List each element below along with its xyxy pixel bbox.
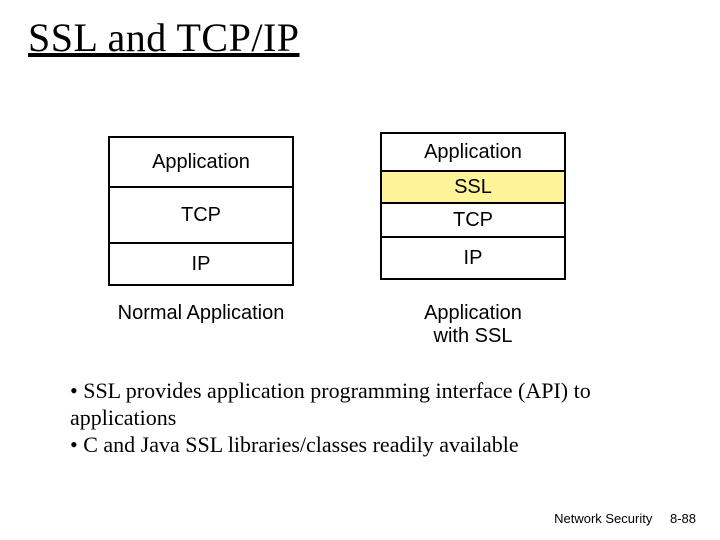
footer: Network Security 8-88 [554,511,696,526]
footer-page: 8-88 [670,511,696,526]
layer-ip: IP [380,238,566,280]
bullet-2: • C and Java SSL libraries/classes readi… [70,432,660,459]
layer-application: Application [380,132,566,172]
layer-ip: IP [108,244,294,286]
ssl-caption-line1: Application [424,302,522,324]
layer-ssl: SSL [380,172,566,204]
ssl-caption-line2: with SSL [434,325,513,347]
bullet-1: • SSL provides application programming i… [70,378,660,432]
normal-stack-caption: Normal Application [108,302,294,325]
ssl-stack-caption: Application with SSL [380,302,566,348]
page-title: SSL and TCP/IP [28,14,300,61]
layer-tcp: TCP [380,204,566,238]
layer-tcp: TCP [108,188,294,244]
bullet-list: • SSL provides application programming i… [70,378,660,458]
footer-label: Network Security [554,511,652,526]
ssl-stack: Application SSL TCP IP [380,132,566,280]
normal-stack: Application TCP IP [108,136,294,286]
layer-application: Application [108,136,294,188]
